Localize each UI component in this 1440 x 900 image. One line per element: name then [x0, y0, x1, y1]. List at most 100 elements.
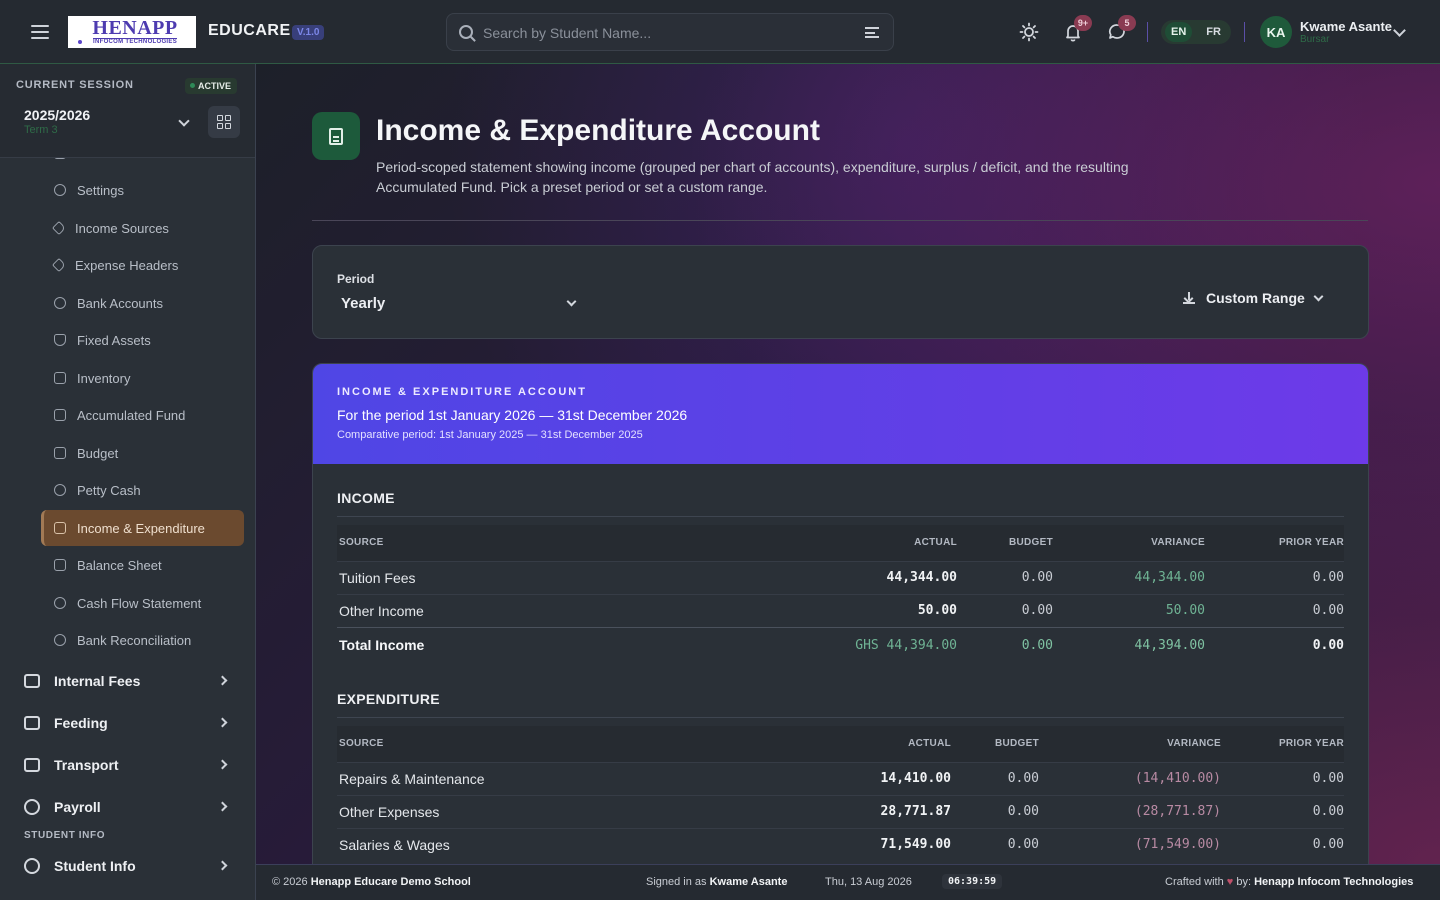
sidebar-item-fixed-assets[interactable]: Fixed Assets: [41, 322, 244, 358]
sidebar-item-expense-headers[interactable]: Expense Headers: [41, 247, 244, 283]
custom-range-button[interactable]: Custom Range: [1183, 287, 1324, 309]
chevron-down-icon[interactable]: [178, 115, 190, 127]
user-role: Bursar: [1300, 34, 1330, 45]
cell-budget: 0.00: [951, 794, 1039, 828]
footer-copyright: © 2026 Henapp Educare Demo School: [272, 876, 471, 888]
sidebar-item-label: Student Info: [54, 858, 136, 874]
messages-button[interactable]: 5: [1103, 15, 1136, 46]
sidebar-item-label: Payroll: [54, 799, 101, 815]
bar-chart-icon: [54, 409, 66, 421]
theme-toggle-button[interactable]: [1015, 18, 1043, 46]
custom-range-label: Custom Range: [1206, 290, 1305, 306]
sidebar-item-label: Settings: [77, 182, 124, 198]
sidebar-item-inventory[interactable]: Inventory: [41, 360, 244, 396]
session-year[interactable]: 2025/2026: [24, 107, 90, 123]
cell-budget: 0.00: [951, 827, 1039, 861]
chevron-down-icon[interactable]: [1393, 24, 1406, 37]
period-select[interactable]: Yearly: [341, 295, 581, 317]
money-icon: [24, 674, 40, 688]
shield-icon: [54, 334, 66, 346]
dollar-circle-icon: [54, 484, 66, 496]
sidebar-item-bank-reconciliation[interactable]: Bank Reconciliation: [41, 622, 244, 658]
table-row[interactable]: Salaries & Wages 71,549.00 0.00 (71,549.…: [337, 827, 1344, 861]
menu-icon[interactable]: [29, 22, 51, 42]
cell-variance: (28,771.87): [1039, 794, 1221, 828]
sidebar-item-label: Cash Flow Statement: [77, 595, 202, 611]
cell-variance: 44,344.00: [1053, 560, 1205, 594]
income-table: SOURCE ACTUAL BUDGET VARIANCE PRIOR YEAR…: [337, 525, 1344, 663]
avatar[interactable]: KA: [1260, 16, 1292, 48]
cell-variance: (71,549.00): [1039, 827, 1221, 861]
cart-icon: [24, 716, 40, 730]
table-row[interactable]: Other Income 50.00 0.00 50.00 0.00: [337, 593, 1344, 627]
sidebar-item-internal-fees[interactable]: Internal Fees: [24, 664, 240, 698]
column-header: SOURCE: [337, 525, 777, 561]
cell-prior-year: 0.00: [1221, 794, 1344, 828]
sidebar-item-bank-accounts[interactable]: Bank Accounts: [41, 285, 244, 321]
sidebar-item-label: Bank Reconciliation: [77, 632, 192, 648]
sidebar-item-label: Feeding: [54, 715, 108, 731]
clipboard-icon: [54, 447, 66, 459]
sidebar-item-label: Inventory: [77, 370, 131, 386]
cell-actual: 14,410.00: [777, 761, 951, 795]
column-header: BUDGET: [957, 525, 1053, 561]
sidebar-item-income-sources[interactable]: Income Sources: [41, 210, 244, 246]
sidebar-item-accumulated-fund[interactable]: Accumulated Fund: [41, 397, 244, 433]
divider: [1244, 22, 1245, 42]
footer-signed-in: Signed in as Kwame Asante: [646, 876, 788, 888]
cell-budget: 0.00: [957, 560, 1053, 594]
cell-prior-year: 0.00: [1205, 626, 1344, 663]
sidebar-item-settings[interactable]: Settings: [41, 172, 244, 208]
sidebar-item-label: Bank Accounts: [77, 295, 163, 311]
sidebar-item-label: Internal Fees: [54, 673, 141, 689]
session-label: CURRENT SESSION: [16, 79, 134, 91]
sidebar-item-income-expenditure[interactable]: Income & Expenditure: [41, 510, 244, 546]
footer-company: Henapp Infocom Technologies: [1254, 876, 1414, 888]
lang-fr-button[interactable]: FR: [1200, 22, 1227, 42]
sidebar-item-balance-sheet[interactable]: Balance Sheet: [41, 547, 244, 583]
page-title: Income & Expenditure Account: [376, 114, 820, 147]
sidebar: CURRENT SESSION ACTIVE 2025/2026 Term 3 …: [0, 64, 256, 900]
version-badge: V.1.0: [292, 25, 325, 40]
sidebar-item-budget[interactable]: Budget: [41, 435, 244, 471]
expenditure-table: SOURCE ACTUAL BUDGET VARIANCE PRIOR YEAR…: [337, 726, 1344, 861]
sidebar-item-feeding[interactable]: Feeding: [24, 706, 240, 740]
table-header-row: SOURCE ACTUAL BUDGET VARIANCE PRIOR YEAR: [337, 726, 1344, 762]
sidebar-item-transport[interactable]: Transport: [24, 748, 240, 782]
cell-actual: 28,771.87: [777, 794, 951, 828]
cell-prior-year: 0.00: [1205, 560, 1344, 594]
user-name[interactable]: Kwame Asante: [1300, 19, 1392, 34]
page-description: Period-scoped statement showing income (…: [376, 159, 1129, 195]
status-badge: ACTIVE: [185, 78, 238, 94]
section-label-student-info: STUDENT INFO: [24, 830, 106, 841]
cell-source: Tuition Fees: [337, 560, 777, 594]
sidebar-item-petty-cash[interactable]: Petty Cash: [41, 472, 244, 508]
cell-source: Total Income: [337, 626, 777, 663]
notifications-button[interactable]: 9+: [1059, 15, 1092, 46]
column-header: BUDGET: [951, 726, 1039, 762]
sidebar-item-payroll[interactable]: Payroll: [24, 790, 240, 824]
column-header: VARIANCE: [1053, 525, 1205, 561]
brand-name: EDUCARE: [208, 22, 291, 39]
table-row[interactable]: Tuition Fees 44,344.00 0.00 44,344.00 0.…: [337, 560, 1344, 594]
expenditure-section-title: EXPENDITURE: [337, 691, 440, 707]
footer: © 2026 Henapp Educare Demo School Signed…: [256, 864, 1440, 900]
cell-budget: 0.00: [957, 593, 1053, 627]
document-icon: [312, 112, 360, 160]
sidebar-item-cash-flow-statement[interactable]: Cash Flow Statement: [41, 585, 244, 621]
sidebar-item-student-info[interactable]: Student Info: [24, 849, 240, 883]
gear-icon: [54, 184, 66, 196]
apps-grid-button[interactable]: [208, 106, 240, 138]
filter-icon[interactable]: [865, 27, 879, 38]
bus-icon: [24, 758, 40, 772]
lang-en-button[interactable]: EN: [1165, 22, 1193, 42]
divider: [337, 516, 1344, 517]
table-row[interactable]: Repairs & Maintenance 14,410.00 0.00 (14…: [337, 761, 1344, 795]
table-row[interactable]: Other Expenses 28,771.87 0.00 (28,771.87…: [337, 794, 1344, 828]
language-switch: EN FR: [1161, 20, 1231, 44]
statement-comparative: Comparative period: 1st January 2025 — 3…: [337, 429, 643, 441]
search-input[interactable]: [483, 22, 863, 44]
income-section-title: INCOME: [337, 490, 395, 506]
footer-school: Henapp Educare Demo School: [310, 876, 471, 888]
main-content: Income & Expenditure Account Period-scop…: [256, 64, 1440, 864]
